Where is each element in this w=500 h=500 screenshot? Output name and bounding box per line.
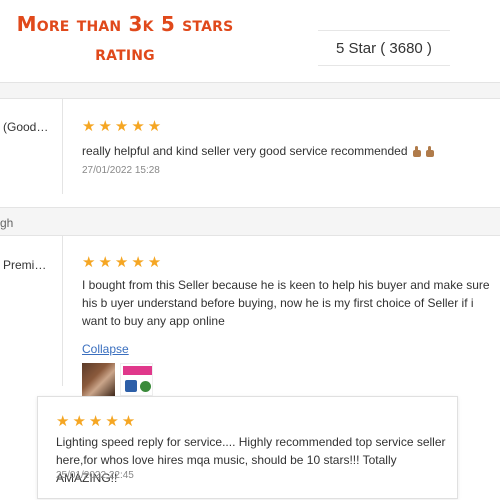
- star-rating: ★★★★★: [82, 254, 165, 271]
- star-filter-button[interactable]: 5 Star ( 3680 ): [318, 30, 450, 66]
- collapse-link[interactable]: Collapse: [82, 342, 129, 356]
- promo-headline-line1: More than 3k 5 stars: [16, 12, 234, 36]
- column-divider: [62, 99, 63, 194]
- review-text-line: really helpful and kind seller very good…: [82, 142, 494, 160]
- review-card: ★★★★★ Lighting speed reply for service..…: [37, 396, 458, 499]
- review-variant: (Good…: [3, 120, 49, 134]
- review-text: I bought from this Seller because he is …: [82, 278, 490, 328]
- review-text: really helpful and kind seller very good…: [82, 144, 408, 158]
- thumbs-up-icon: [424, 146, 435, 157]
- review-section-divider: [0, 82, 500, 99]
- variant-group-label: gh: [0, 216, 14, 230]
- review-row: (Good… ★★★★★ really helpful and kind sel…: [0, 99, 500, 194]
- thumbs-up-icon: [411, 146, 422, 157]
- star-rating: ★★★★★: [56, 413, 139, 430]
- variant-group-header: gh: [0, 207, 500, 236]
- review-date: 27/01/2022 15:28: [82, 165, 160, 176]
- promo-headline: More than 3k 5 stars rating: [0, 10, 250, 68]
- review-date: 25/01/2022 22:45: [56, 470, 134, 481]
- star-filter-label: 5 Star ( 3680 ): [336, 39, 432, 57]
- review-photo[interactable]: [82, 363, 115, 396]
- review-row: Premi… ★★★★★ I bought from this Seller b…: [0, 236, 500, 396]
- star-rating: ★★★★★: [82, 118, 165, 135]
- promo-headline-line2: rating: [95, 41, 155, 65]
- review-photo[interactable]: [120, 363, 153, 396]
- review-variant: Premi…: [3, 258, 47, 272]
- column-divider: [62, 236, 63, 386]
- emoji-group: [411, 146, 435, 157]
